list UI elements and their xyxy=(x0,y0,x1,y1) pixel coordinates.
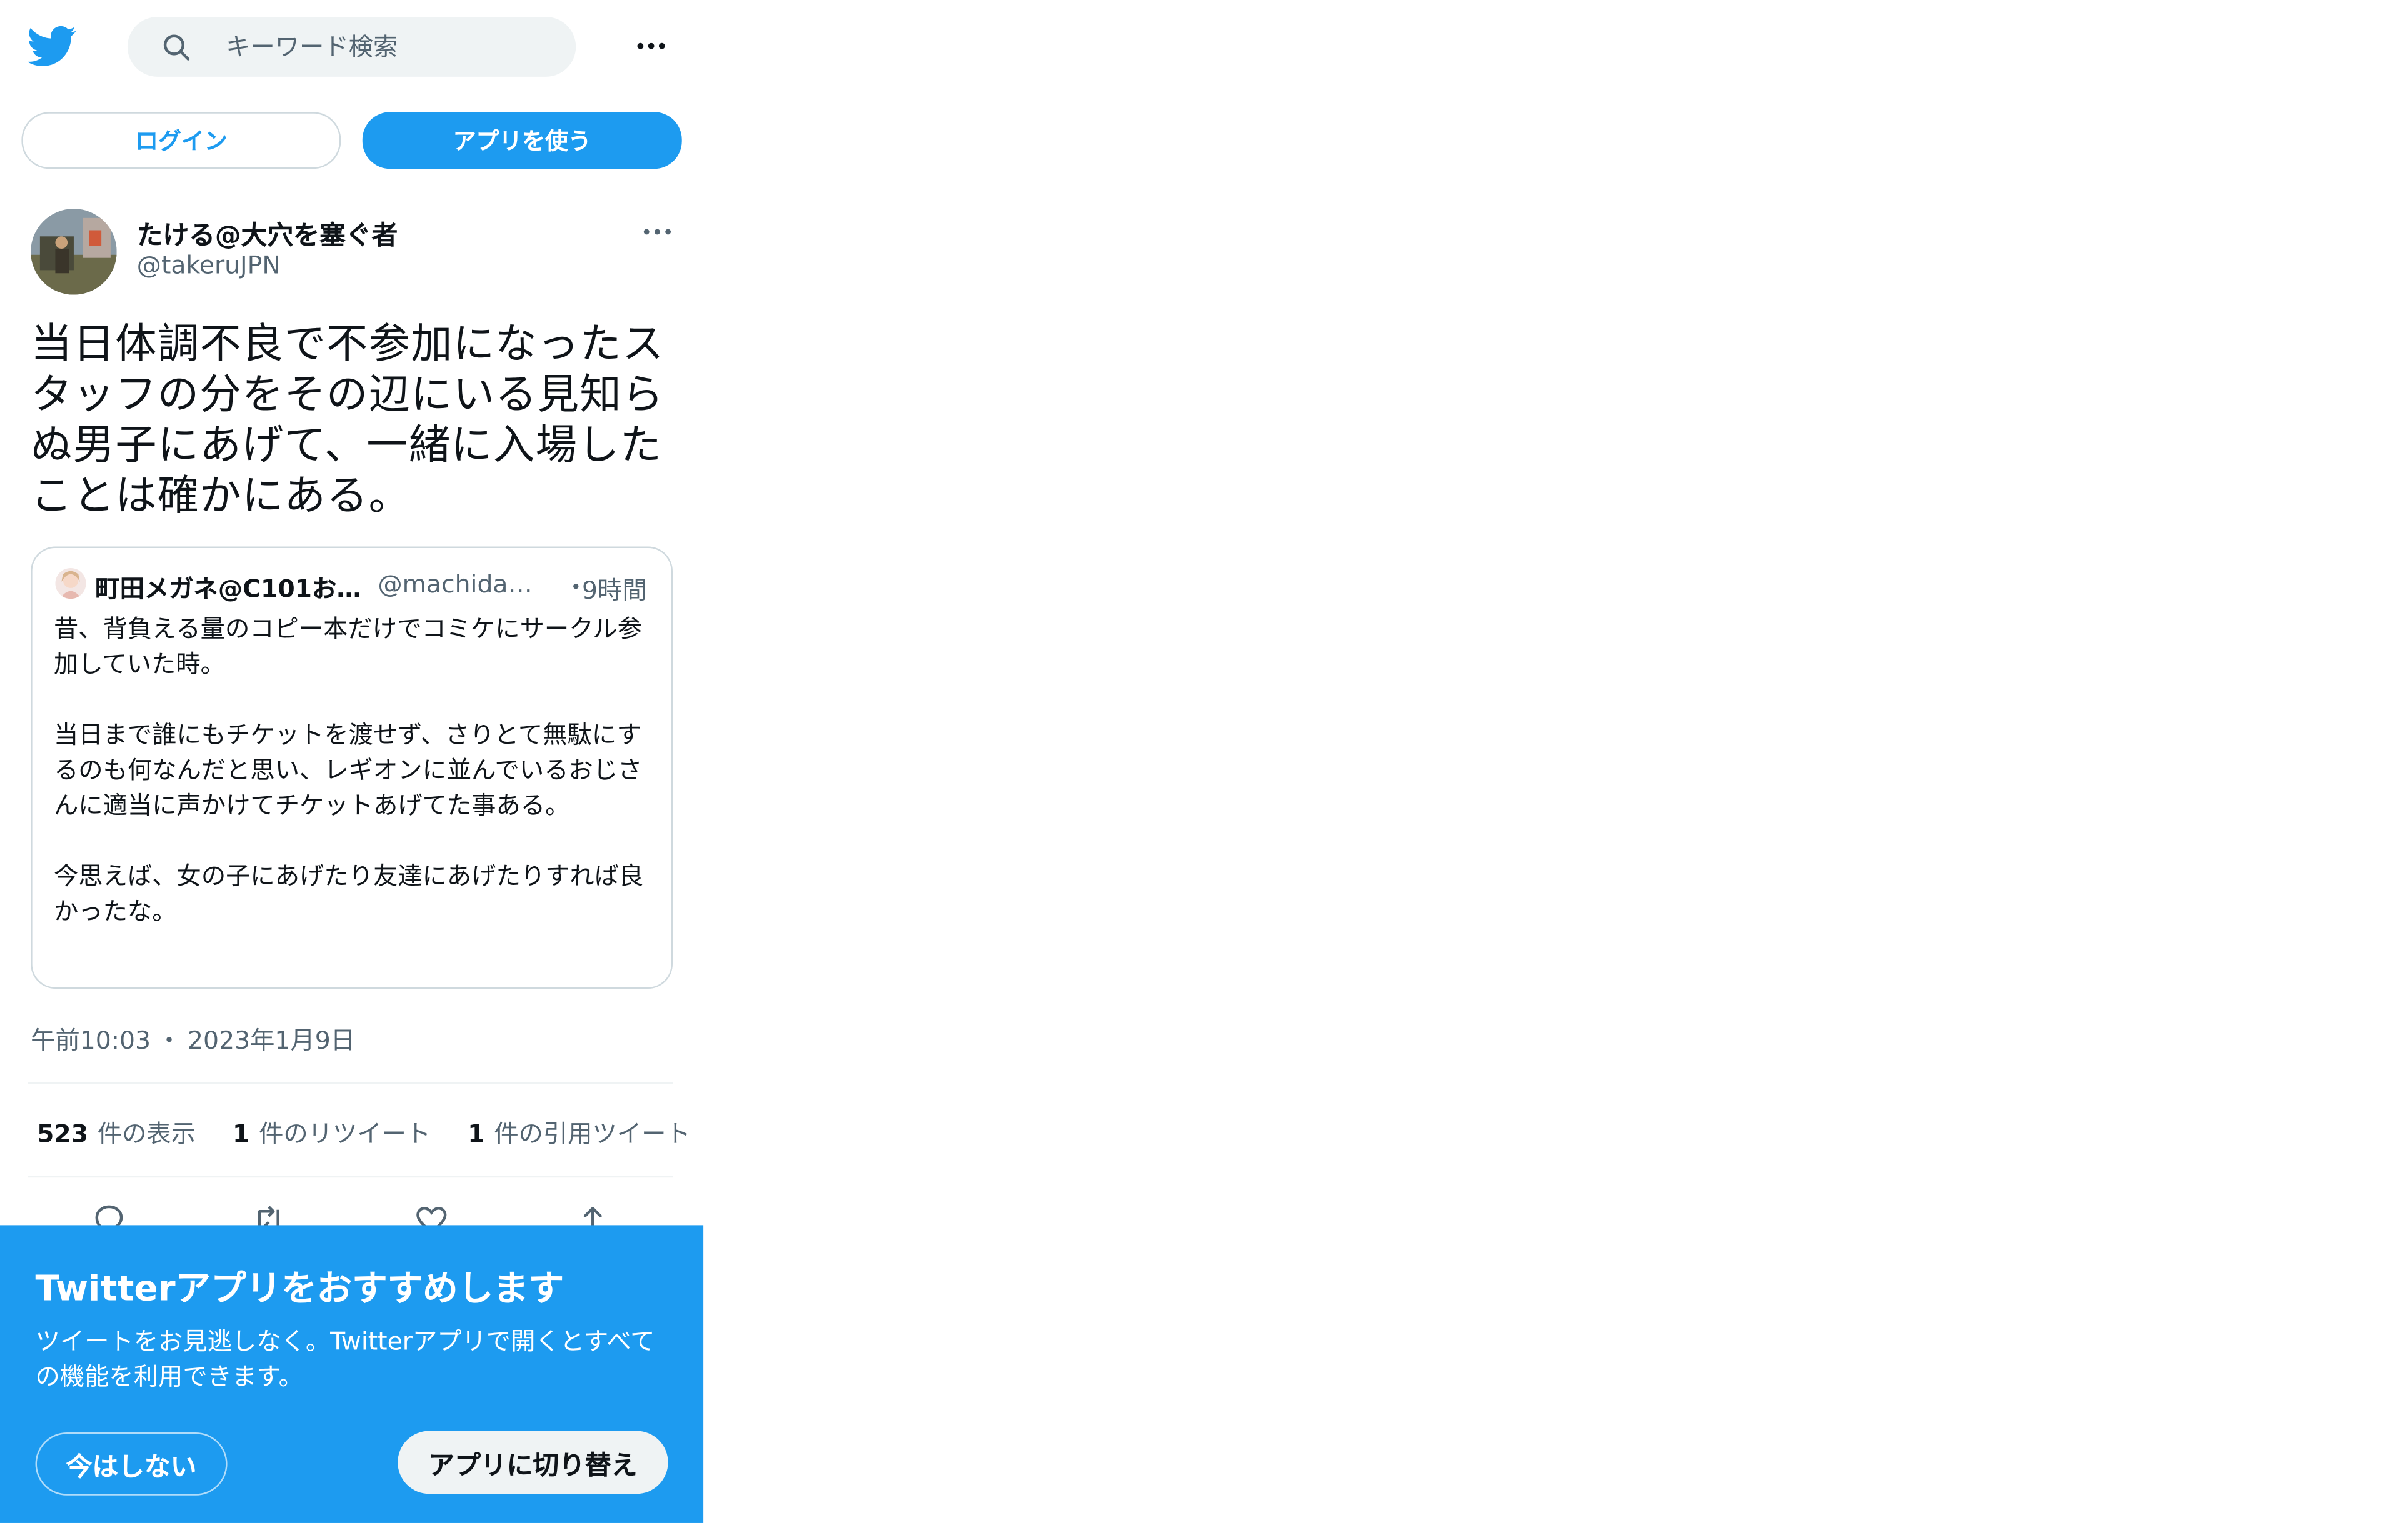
views-label: 件の表示 xyxy=(97,1119,196,1149)
tweet-timestamp[interactable]: 午前10:03 ・ 2023年1月9日 xyxy=(31,1019,355,1056)
quoted-tweet-card[interactable]: 町田メガネ@C101お休み @machidamegane ・ 9時間 昔、背負え… xyxy=(31,546,673,989)
quoted-paragraph: 今思えば、女の子にあげたり友達にあげたりすれば良かったな。 xyxy=(53,861,644,926)
quoted-display-name: 町田メガネ@C101お休み xyxy=(95,574,372,604)
quoted-text: 昔、背負える量のコピー本だけでコミケにサークル参加していた時。 当日まで誰にもチ… xyxy=(54,611,643,929)
divider xyxy=(28,1082,673,1084)
tweet-page: ログイン アプリを使う たける@大穴を塞ぐ者 @takeruJPN 当日体調不良… xyxy=(0,0,2408,1523)
quote-tweets-count: 1 xyxy=(468,1119,485,1149)
quote-tweets-label: 件の引用ツイート xyxy=(494,1119,691,1149)
more-horizontal-icon[interactable] xyxy=(639,213,676,250)
quoted-paragraph: 当日まで誰にもチケットを渡せず、さりとて無駄にするのも何なんだと思い、レギオンに… xyxy=(53,720,643,820)
quote-tweets-stat[interactable]: 1 件の引用ツイート xyxy=(468,1113,691,1150)
retweets-label: 件のリツイート xyxy=(259,1119,431,1149)
quoted-handle: @machidamegane xyxy=(378,569,556,599)
search-box[interactable] xyxy=(127,17,576,77)
quoted-avatar xyxy=(55,567,86,599)
quoted-paragraph: 昔、背負える量のコピー本だけでコミケにサークル参加していた時。 xyxy=(53,614,642,679)
avatar[interactable] xyxy=(31,209,117,295)
not-now-button[interactable]: 今はしない xyxy=(35,1432,228,1496)
sheet-title: Twitterアプリをおすすめします xyxy=(35,1269,564,1310)
timestamp-separator: ・ xyxy=(156,1026,182,1055)
tweet-date: 2023年1月9日 xyxy=(188,1026,356,1055)
tweet-stats: 523 件の表示 1 件のリツイート 1 件の引用ツイート xyxy=(37,1113,728,1150)
switch-to-app-button[interactable]: アプリに切り替え xyxy=(398,1431,668,1494)
tweet-time: 午前10:03 xyxy=(31,1026,151,1055)
login-button[interactable]: ログイン xyxy=(21,112,341,169)
tweet-text: 当日体調不良で不参加になったスタッフの分をその辺にいる見知らぬ男子にあげて、一緒… xyxy=(31,321,665,521)
twitter-logo-icon[interactable] xyxy=(27,21,77,71)
author-display-name[interactable]: たける@大穴を塞ぐ者 xyxy=(137,213,398,252)
more-horizontal-icon[interactable] xyxy=(633,27,670,64)
quoted-time: 9時間 xyxy=(582,576,647,605)
search-input[interactable] xyxy=(226,17,549,77)
sheet-body: ツイートをお見逃しなく。Twitterアプリで開くとすべての機能を利用できます。 xyxy=(35,1326,655,1391)
search-icon xyxy=(161,32,192,63)
retweets-count: 1 xyxy=(232,1119,250,1149)
views-stat: 523 件の表示 xyxy=(37,1113,196,1150)
retweets-stat[interactable]: 1 件のリツイート xyxy=(233,1113,431,1150)
divider xyxy=(28,1176,673,1178)
use-app-button[interactable]: アプリを使う xyxy=(362,112,682,169)
views-count: 523 xyxy=(36,1119,89,1149)
author-handle[interactable]: @takeruJPN xyxy=(137,250,281,279)
